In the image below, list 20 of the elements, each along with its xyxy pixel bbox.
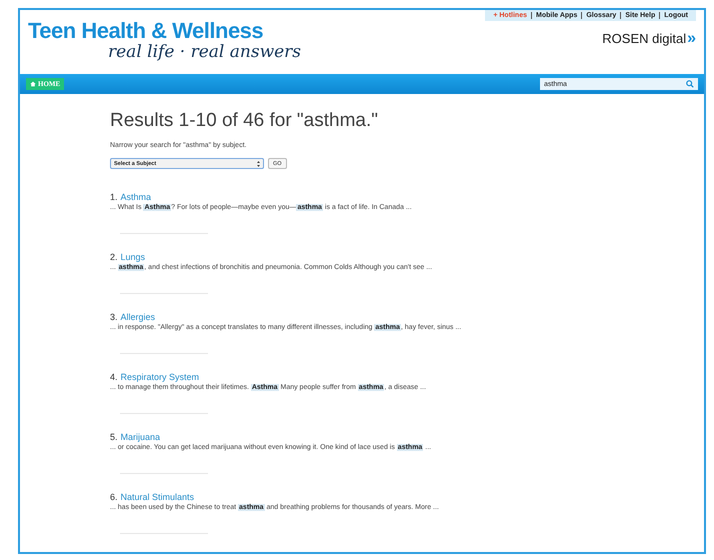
updown-arrows-icon [257, 160, 260, 166]
result-title-link[interactable]: Marijuana [120, 432, 160, 442]
result-title-link[interactable]: Lungs [120, 252, 146, 262]
result-title-link[interactable]: Natural Stimulants [120, 492, 194, 502]
result-title-link[interactable]: Asthma [120, 192, 152, 202]
results-heading: Results 1-10 of 46 for "asthma." [110, 110, 380, 132]
result-number: 5. [110, 432, 118, 442]
result-title-link[interactable]: Respiratory System [120, 372, 200, 382]
site-tagline: real life · real answers [108, 42, 302, 62]
result-number: 1. [110, 192, 118, 202]
site-title: Teen Health & Wellness [28, 20, 264, 42]
house-icon [30, 81, 36, 88]
result-number: 6. [110, 492, 118, 502]
result-title-link[interactable]: Allergies [120, 312, 156, 322]
search-icon[interactable] [686, 80, 694, 88]
brand-logo-mark: » [687, 32, 696, 46]
result-number: 3. [110, 312, 118, 322]
result-number: 4. [110, 372, 118, 382]
result-number: 2. [110, 252, 118, 262]
brand-logo-text: ROSEN digital [602, 31, 686, 46]
